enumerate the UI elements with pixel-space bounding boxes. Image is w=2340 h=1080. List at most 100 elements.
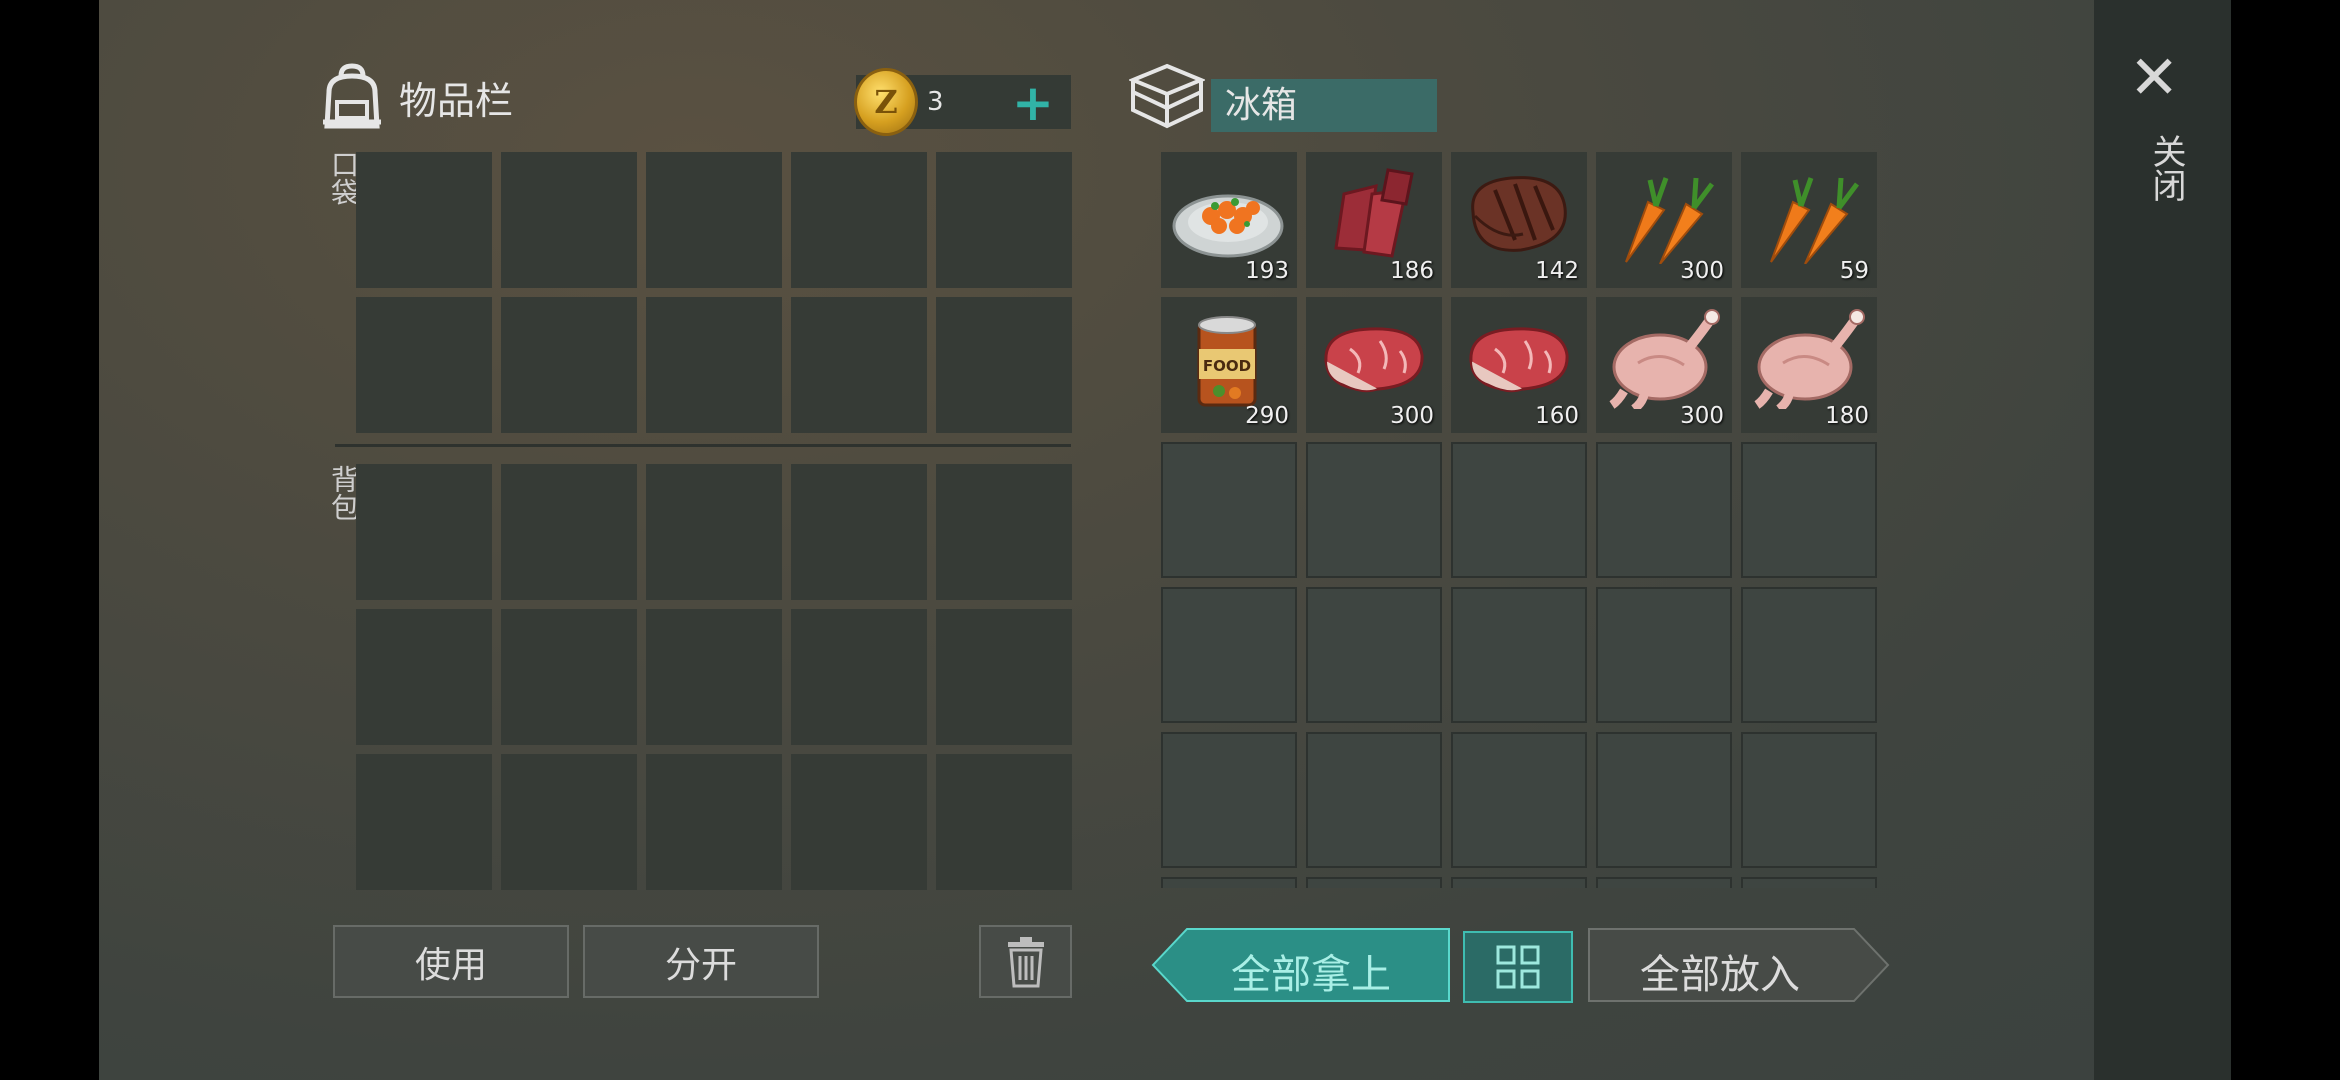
inventory-slot[interactable]	[646, 464, 782, 600]
inventory-slot[interactable]	[936, 754, 1072, 890]
inventory-header: 物品栏	[319, 62, 513, 132]
item-quantity: 300	[1390, 403, 1434, 429]
raw-meat-icon	[1469, 327, 1569, 393]
container-slot[interactable]: 300	[1306, 297, 1442, 433]
inventory-slot[interactable]	[356, 297, 492, 433]
inventory-slot[interactable]	[356, 152, 492, 288]
container-grid: 193 186 142 300 59 FOOD 290 300 160 300 180	[1161, 152, 1877, 888]
container-slot[interactable]	[1741, 732, 1877, 868]
container-slot[interactable]	[1161, 877, 1297, 888]
inventory-slot[interactable]	[791, 754, 927, 890]
container-slot[interactable]: 142	[1451, 152, 1587, 288]
inventory-slot[interactable]	[791, 609, 927, 745]
container-slot[interactable]: 300	[1596, 297, 1732, 433]
container-slot[interactable]: 180	[1741, 297, 1877, 433]
container-slot[interactable]	[1161, 732, 1297, 868]
container-slot[interactable]	[1161, 442, 1297, 578]
container-slot[interactable]	[1596, 732, 1732, 868]
raw-chicken-icon	[1754, 309, 1865, 409]
container-header	[1129, 62, 1205, 130]
item-quantity: 142	[1535, 258, 1579, 284]
inventory-slot[interactable]	[501, 754, 637, 890]
container-slot[interactable]	[1451, 587, 1587, 723]
inventory-slot[interactable]	[501, 609, 637, 745]
sort-grid-button[interactable]	[1463, 931, 1573, 1003]
container-slot[interactable]	[1451, 442, 1587, 578]
carrot-icon	[1625, 177, 1714, 264]
container-slot[interactable]	[1161, 587, 1297, 723]
container-slot[interactable]	[1741, 877, 1877, 888]
inventory-slot[interactable]	[646, 152, 782, 288]
item-quantity: 160	[1535, 403, 1579, 429]
container-slot[interactable]	[1596, 442, 1732, 578]
item-quantity: 193	[1245, 258, 1289, 284]
item-quantity: 300	[1680, 403, 1724, 429]
inventory-slot[interactable]	[791, 152, 927, 288]
container-slot[interactable]: 186	[1306, 152, 1442, 288]
inventory-title: 物品栏	[399, 78, 514, 123]
inventory-slot[interactable]	[936, 297, 1072, 433]
inventory-slot[interactable]	[646, 609, 782, 745]
item-quantity: 59	[1839, 258, 1869, 284]
trash-button[interactable]	[979, 925, 1072, 998]
trash-icon	[1007, 936, 1044, 987]
close-button[interactable]: ✕	[2129, 48, 2179, 108]
close-label[interactable]: 关闭	[2142, 134, 2191, 202]
inventory-slot[interactable]	[501, 464, 637, 600]
container-slot[interactable]	[1306, 877, 1442, 888]
container-slot[interactable]	[1306, 587, 1442, 723]
cooked-steak-icon	[1471, 176, 1567, 252]
container-slot[interactable]: 300	[1596, 152, 1732, 288]
backpack-grid	[356, 464, 1072, 890]
container-slot[interactable]	[1451, 877, 1587, 888]
inventory-slot[interactable]	[936, 152, 1072, 288]
carrot-dish-icon	[1172, 194, 1284, 258]
item-quantity: 290	[1245, 403, 1289, 429]
item-quantity: 180	[1825, 403, 1869, 429]
container-slot[interactable]: 160	[1451, 297, 1587, 433]
inventory-slot[interactable]	[791, 297, 927, 433]
container-box-icon	[1129, 63, 1205, 129]
inventory-slot[interactable]	[791, 464, 927, 600]
raw-meat-icon	[1324, 327, 1424, 393]
container-slot[interactable]	[1741, 442, 1877, 578]
canned-food-icon: FOOD	[1197, 316, 1257, 407]
inventory-slot[interactable]	[936, 609, 1072, 745]
inventory-slot[interactable]	[501, 297, 637, 433]
inventory-slot[interactable]	[356, 754, 492, 890]
container-slot[interactable]	[1741, 587, 1877, 723]
inventory-slot[interactable]	[936, 464, 1072, 600]
put-all-button[interactable]: 全部放入	[1588, 928, 1890, 1002]
add-coins-button[interactable]: +	[1012, 78, 1054, 128]
carrot-icon	[1770, 177, 1859, 264]
container-slot[interactable]	[1451, 732, 1587, 868]
coin-count: 3	[927, 87, 944, 117]
backpack-icon	[323, 63, 381, 129]
raw-chicken-icon	[1609, 309, 1720, 409]
section-divider	[335, 444, 1071, 447]
container-slot[interactable]: 59	[1741, 152, 1877, 288]
inventory-slot[interactable]	[501, 152, 637, 288]
jerky-icon	[1334, 168, 1414, 258]
use-button[interactable]: 使用	[333, 925, 569, 998]
inventory-slot[interactable]	[356, 609, 492, 745]
item-quantity: 186	[1390, 258, 1434, 284]
container-slot[interactable]	[1596, 877, 1732, 888]
split-button[interactable]: 分开	[583, 925, 819, 998]
container-slot[interactable]	[1306, 442, 1442, 578]
container-name: 冰箱	[1211, 79, 1437, 132]
container-slot[interactable]	[1306, 732, 1442, 868]
take-all-button[interactable]: 全部拿上	[1151, 928, 1451, 1002]
inventory-slot[interactable]	[356, 464, 492, 600]
container-slot[interactable]: 193	[1161, 152, 1297, 288]
pocket-grid	[356, 152, 1072, 433]
inventory-slot[interactable]	[646, 297, 782, 433]
game-screen: 物品栏 Z 3 + 口袋 背包 冰箱 193 186 142 300 59 FOOD 290…	[99, 0, 2231, 1080]
grid-layout-icon	[1496, 945, 1540, 989]
can-label: FOOD	[1203, 357, 1251, 375]
item-quantity: 300	[1680, 258, 1724, 284]
inventory-slot[interactable]	[646, 754, 782, 890]
container-slot[interactable]: FOOD 290	[1161, 297, 1297, 433]
container-slot[interactable]	[1596, 587, 1732, 723]
put-all-label: 全部放入	[1640, 952, 1800, 998]
